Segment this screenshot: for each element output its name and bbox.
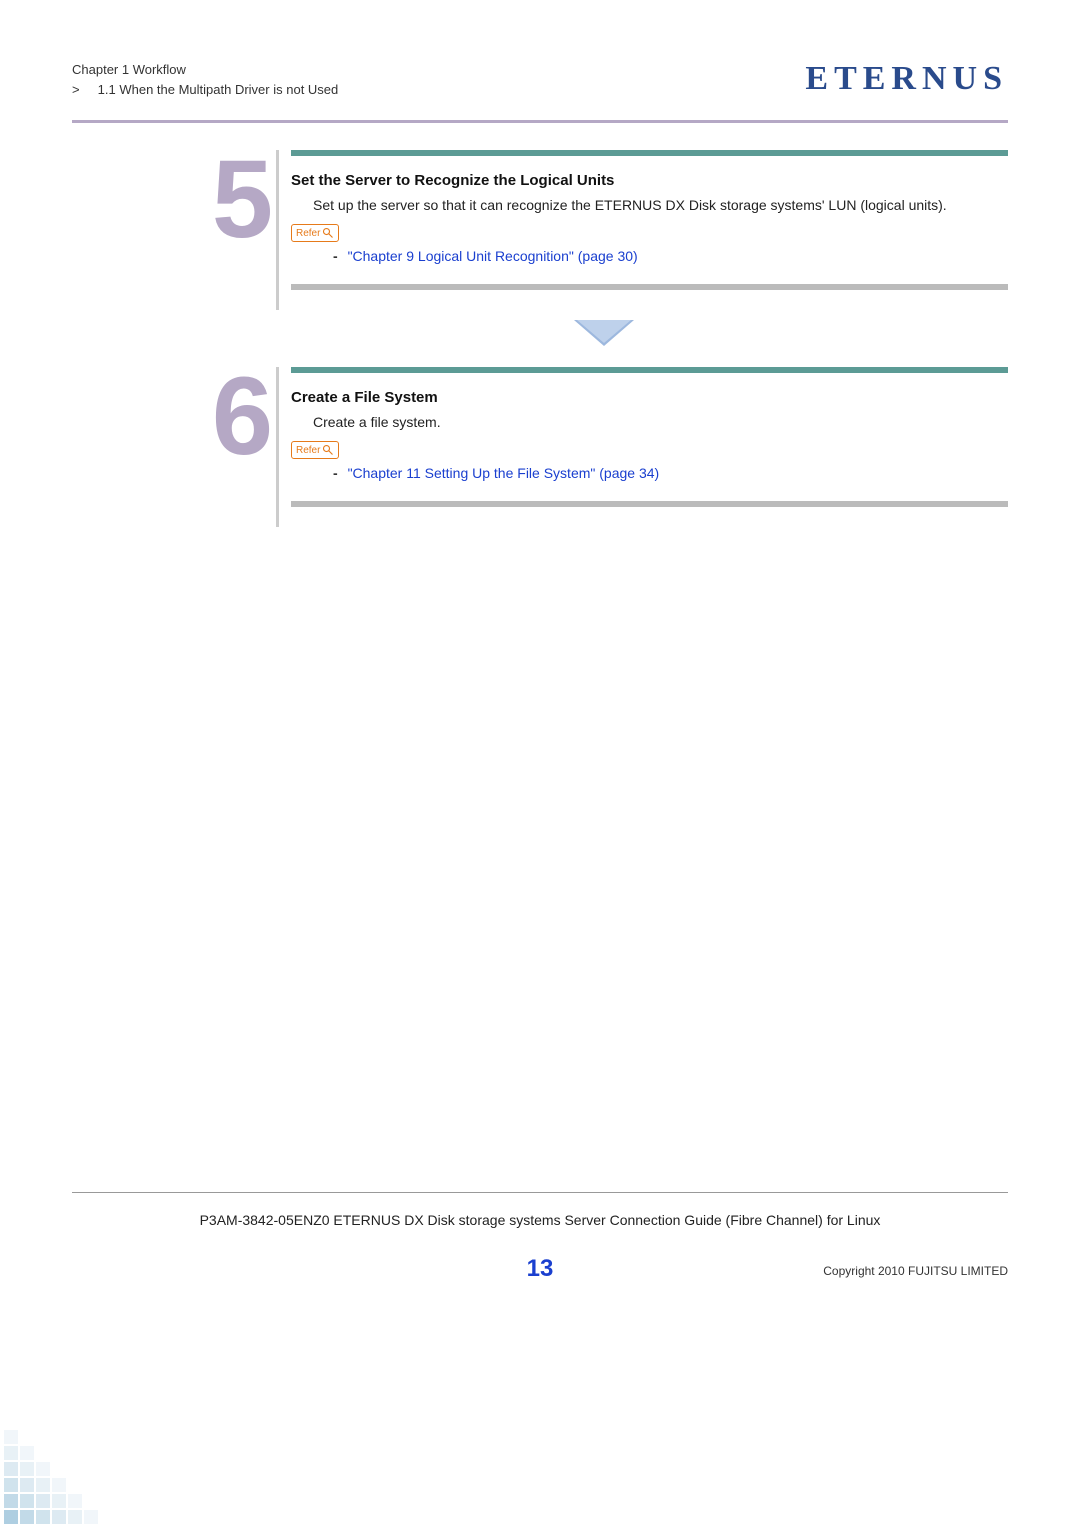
step-title: Create a File System xyxy=(291,389,1008,406)
down-arrow-icon xyxy=(574,320,634,346)
magnifier-icon xyxy=(322,444,334,456)
reference-link-row: - "Chapter 11 Setting Up the File System… xyxy=(333,465,1008,481)
step-bottom-bar xyxy=(291,284,1008,290)
step-body: Set the Server to Recognize the Logical … xyxy=(276,150,1008,310)
reference-link[interactable]: "Chapter 9 Logical Unit Recognition" (pa… xyxy=(348,248,638,264)
step-title: Set the Server to Recognize the Logical … xyxy=(291,172,1008,189)
reference-link-row: - "Chapter 9 Logical Unit Recognition" (… xyxy=(333,248,1008,264)
step-description: Create a file system. xyxy=(313,412,1008,433)
footer-rule xyxy=(72,1192,1008,1193)
breadcrumb: Chapter 1 Workflow > 1.1 When the Multip… xyxy=(72,60,338,99)
decorative-corner xyxy=(0,1408,120,1528)
header-rule xyxy=(72,120,1008,123)
step-description: Set up the server so that it can recogni… xyxy=(313,195,1008,216)
dash-icon: - xyxy=(333,248,338,264)
step-top-bar xyxy=(291,150,1008,156)
step-bottom-bar xyxy=(291,501,1008,507)
step-number: 6 xyxy=(200,367,270,527)
refer-badge: Refer xyxy=(291,224,339,242)
dash-icon: - xyxy=(333,465,338,481)
refer-row: Refer xyxy=(291,224,1008,242)
magnifier-icon xyxy=(322,227,334,239)
refer-label: Refer xyxy=(296,228,320,239)
step-body: Create a File System Create a file syste… xyxy=(276,367,1008,527)
workflow-content: 5 Set the Server to Recognize the Logica… xyxy=(200,150,1008,537)
breadcrumb-prefix: > xyxy=(72,82,80,97)
reference-link[interactable]: "Chapter 11 Setting Up the File System" … xyxy=(348,465,660,481)
breadcrumb-chapter: Chapter 1 Workflow xyxy=(72,60,338,80)
breadcrumb-section: 1.1 When the Multipath Driver is not Use… xyxy=(98,82,339,97)
flow-arrow-wrap xyxy=(200,320,1008,349)
page-header: Chapter 1 Workflow > 1.1 When the Multip… xyxy=(72,60,1008,99)
copyright-text: Copyright 2010 FUJITSU LIMITED xyxy=(823,1264,1008,1278)
brand-logo: ETERNUS xyxy=(805,60,1008,98)
refer-row: Refer xyxy=(291,441,1008,459)
refer-badge: Refer xyxy=(291,441,339,459)
workflow-step-5: 5 Set the Server to Recognize the Logica… xyxy=(200,150,1008,310)
step-top-bar xyxy=(291,367,1008,373)
workflow-step-6: 6 Create a File System Create a file sys… xyxy=(200,367,1008,527)
step-number: 5 xyxy=(200,150,270,310)
footer-doc-title: P3AM-3842-05ENZ0 ETERNUS DX Disk storage… xyxy=(72,1212,1008,1228)
refer-label: Refer xyxy=(296,445,320,456)
